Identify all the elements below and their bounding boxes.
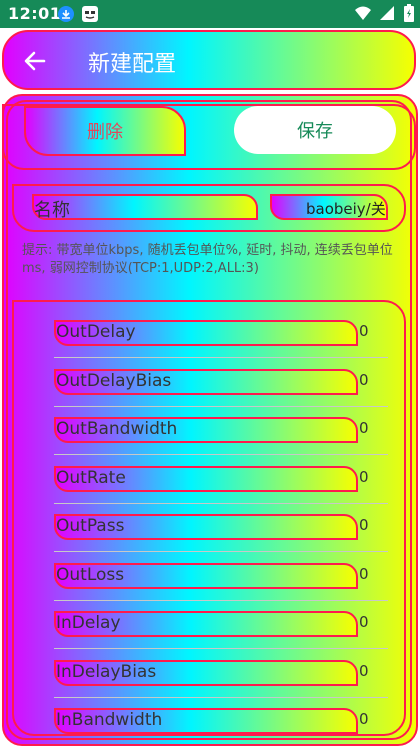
- param-row: OutDelayBias 0: [14, 351, 404, 407]
- param-row: OutDelay 0: [14, 302, 404, 358]
- param-label: InBandwidth: [56, 710, 163, 730]
- wifi-icon: [354, 6, 371, 20]
- status-time: 12:01: [8, 4, 62, 23]
- signal-icon: [379, 6, 394, 20]
- param-label: InDelayBias: [56, 661, 157, 682]
- param-value-input[interactable]: 0: [359, 468, 369, 486]
- status-bar: 12:01: [0, 0, 420, 28]
- app-bar: 新建配置: [2, 30, 416, 90]
- param-value-input[interactable]: 0: [359, 322, 369, 340]
- param-label: OutRate: [56, 467, 126, 488]
- status-right-icons: [354, 4, 414, 24]
- back-button[interactable]: [22, 48, 50, 74]
- param-label: OutBandwidth: [56, 419, 178, 439]
- param-row: InDelay 0: [14, 593, 404, 649]
- param-value-input[interactable]: 0: [359, 613, 369, 631]
- save-button[interactable]: 保存: [234, 106, 396, 154]
- param-row: InBandwidth 0: [14, 690, 404, 734]
- page-title: 新建配置: [88, 52, 177, 77]
- download-icon: [58, 6, 74, 22]
- name-value: baobeiy/关: [306, 200, 386, 218]
- param-value-input[interactable]: 0: [359, 371, 369, 389]
- param-row: InDelayBias 0: [14, 642, 404, 698]
- hint-text: 提示: 带宽单位kbps, 随机丢包单位%, 延时, 抖动, 连续丢包单位ms,…: [22, 243, 393, 276]
- param-label: InDelay: [56, 613, 121, 633]
- param-value-input[interactable]: 0: [359, 565, 369, 583]
- param-row: OutLoss 0: [14, 545, 404, 601]
- param-label: OutDelayBias: [56, 370, 172, 391]
- param-row: OutRate 0: [14, 448, 404, 504]
- arrow-left-icon: [24, 51, 46, 71]
- battery-icon: [404, 4, 414, 22]
- param-value-input[interactable]: 0: [359, 516, 369, 534]
- param-label: OutDelay: [56, 322, 136, 342]
- param-list-card: OutDelay 0 OutDelayBias 0 OutBandwidth 0 OutRa…: [12, 300, 406, 736]
- param-value-input[interactable]: 0: [359, 710, 369, 728]
- name-label: 名称: [34, 200, 70, 221]
- param-value-input[interactable]: 0: [359, 419, 369, 437]
- delete-button[interactable]: 删除: [24, 106, 186, 156]
- param-value-input[interactable]: 0: [359, 662, 369, 680]
- param-row: OutBandwidth 0: [14, 399, 404, 455]
- param-label: OutPass: [56, 516, 125, 536]
- param-label: OutLoss: [56, 564, 125, 585]
- param-row: OutPass 0: [14, 496, 404, 552]
- app-mask-icon: [82, 6, 98, 22]
